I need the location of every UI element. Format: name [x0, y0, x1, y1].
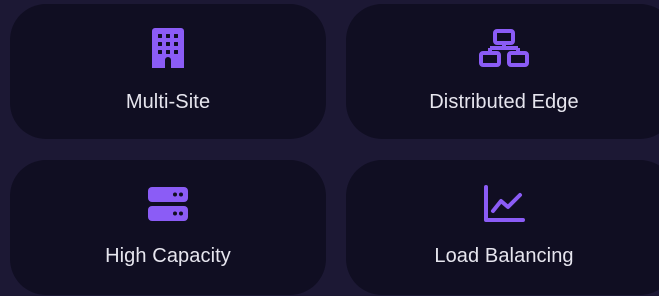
chart-line-icon — [346, 182, 659, 226]
feature-label: Multi-Site — [125, 91, 211, 113]
server-icon — [10, 182, 326, 226]
feature-label: High Capacity — [105, 245, 231, 267]
feature-card-multi-site: Multi-Site — [10, 4, 326, 139]
feature-card-distributed-edge: Distributed Edge — [346, 4, 659, 139]
feature-grid: Multi-Site Distributed Edge High Capacit… — [0, 0, 659, 296]
feature-label: Load Balancing — [434, 245, 574, 267]
feature-card-load-balancing: Load Balancing — [346, 160, 659, 295]
building-icon — [10, 26, 326, 70]
network-icon — [346, 26, 659, 70]
feature-card-high-capacity: High Capacity — [10, 160, 326, 295]
feature-label: Distributed Edge — [429, 91, 579, 113]
